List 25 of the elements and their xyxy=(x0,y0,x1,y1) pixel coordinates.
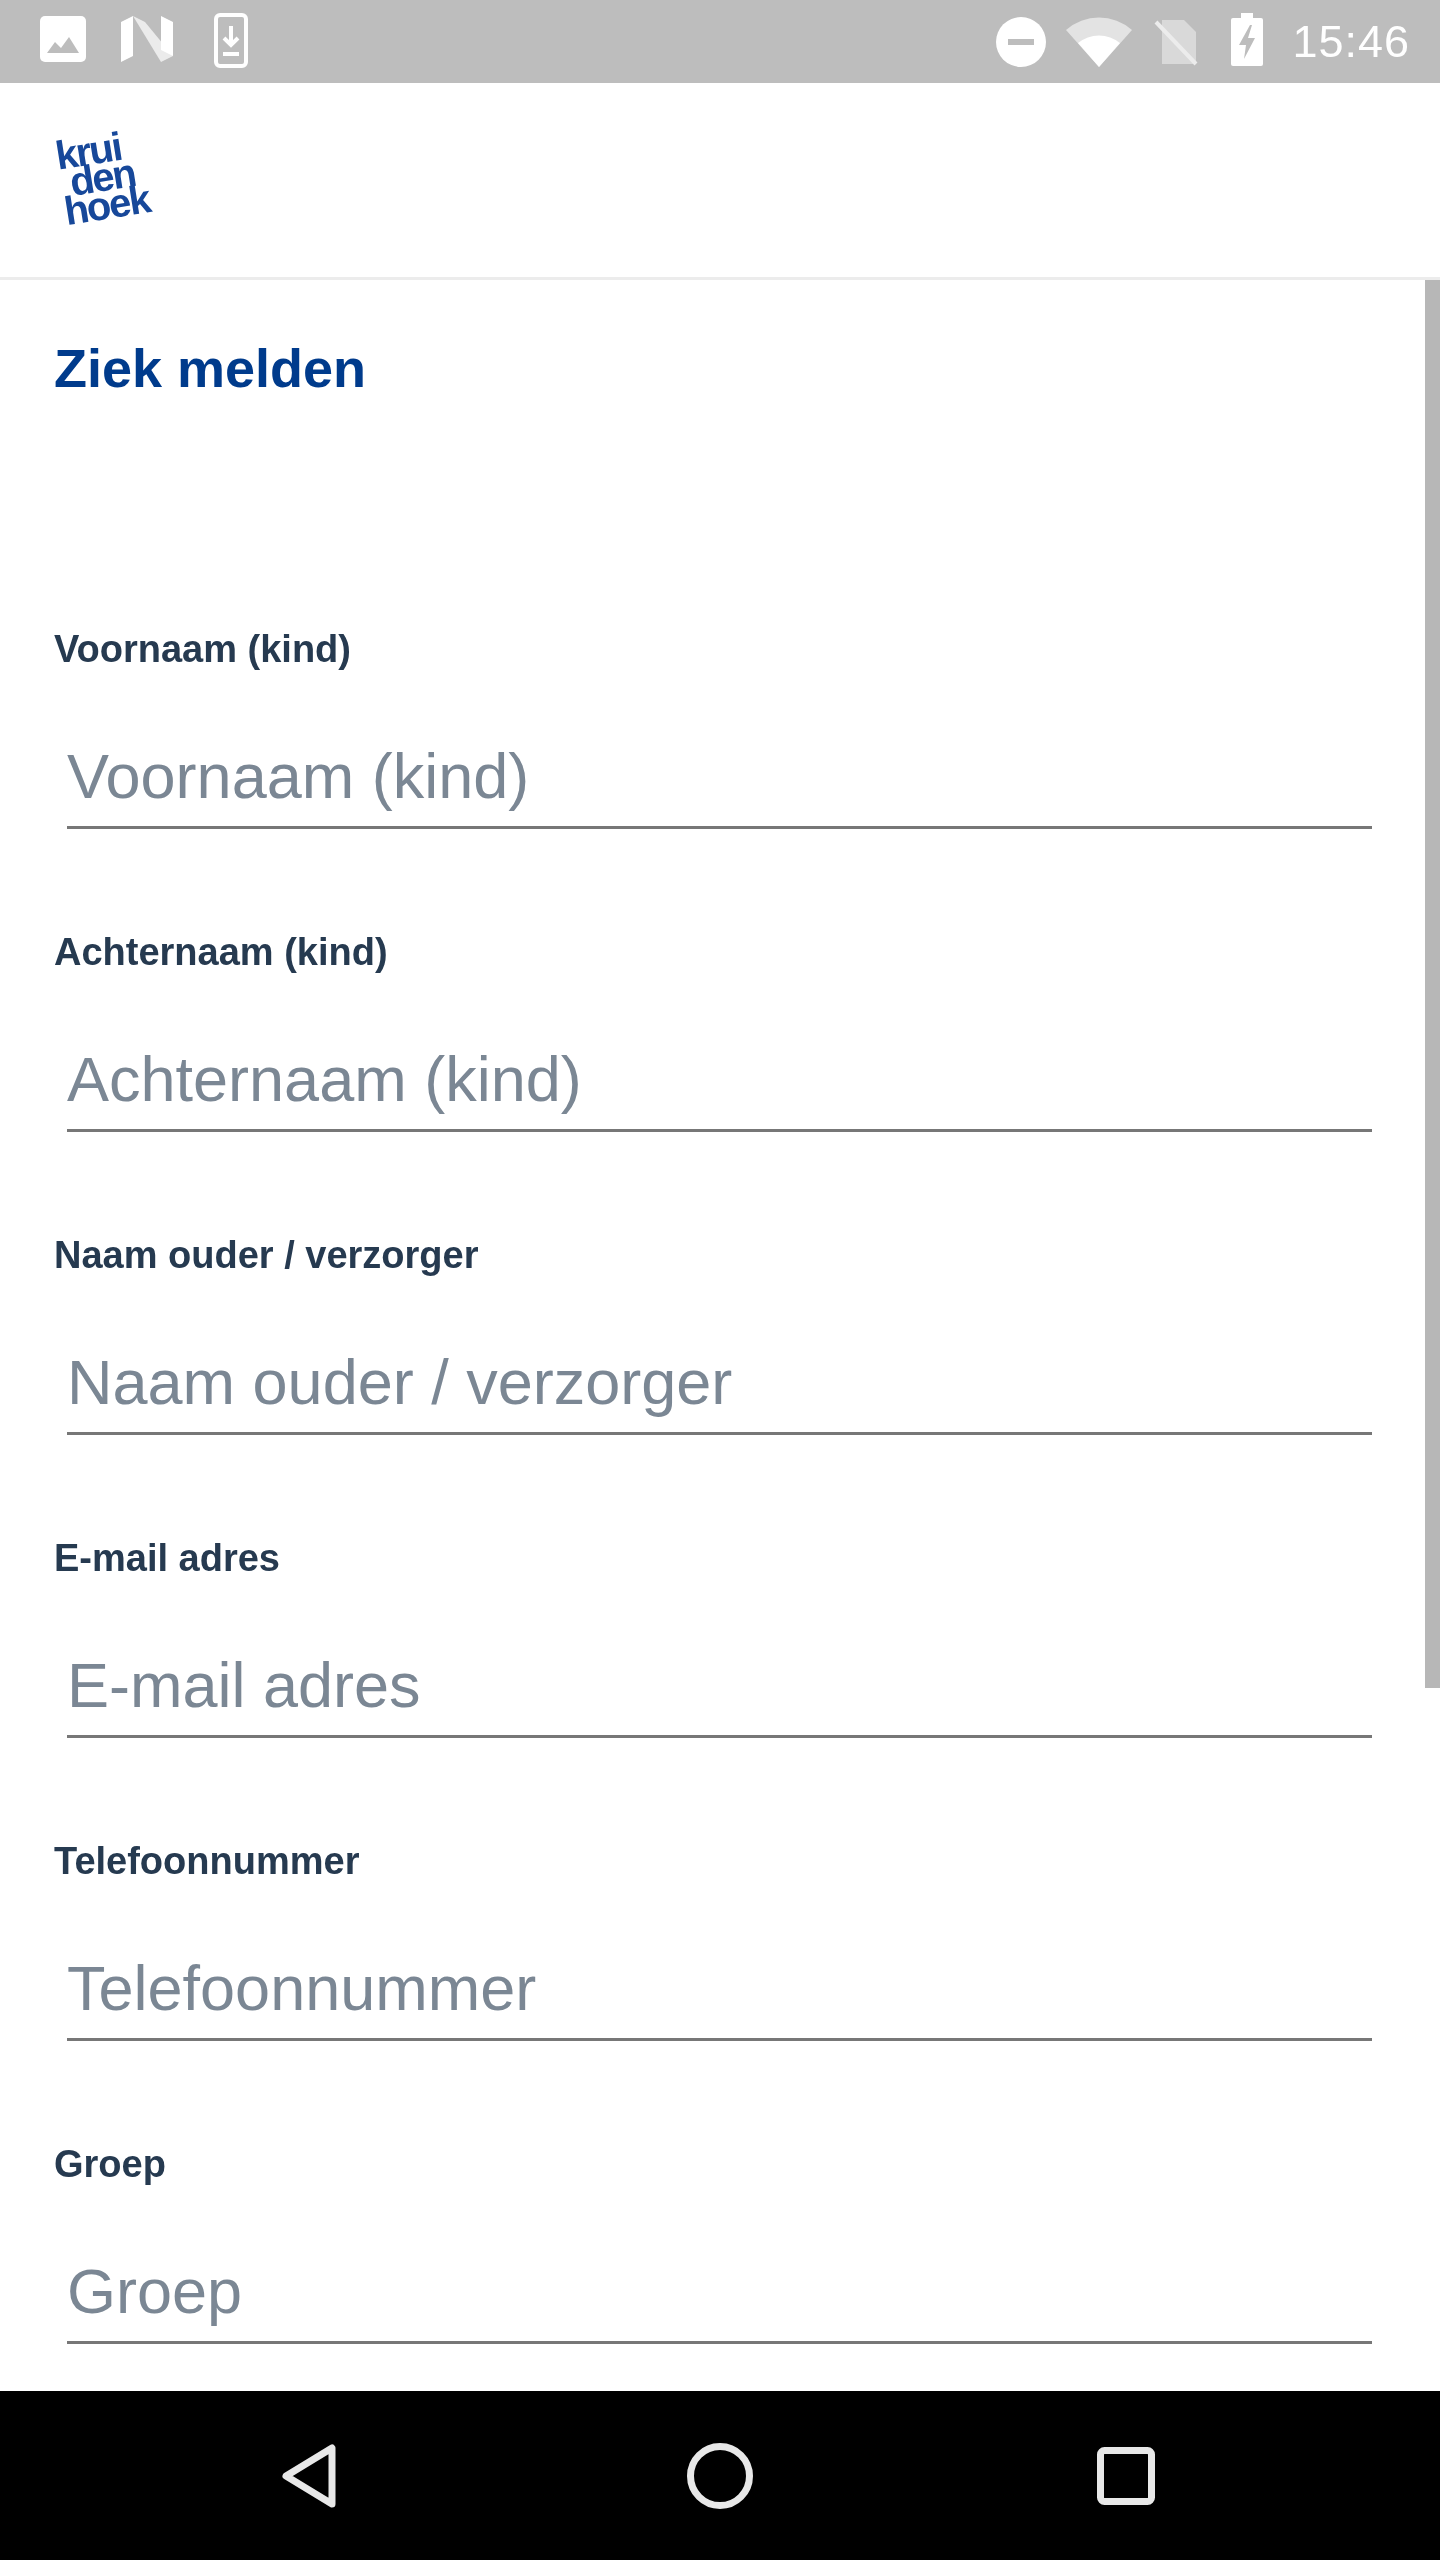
home-icon[interactable] xyxy=(687,2442,753,2509)
field-label: Achternaam (kind) xyxy=(54,930,388,975)
input-field[interactable]: Voornaam (kind) xyxy=(67,738,1372,829)
field-label: Groep xyxy=(54,2142,166,2187)
n-shape-icon xyxy=(121,13,173,64)
field-label: Naam ouder / verzorger xyxy=(54,1233,479,1278)
battery-charging-icon xyxy=(1231,13,1264,66)
field-label: Voornaam (kind) xyxy=(54,627,351,672)
input-field[interactable]: Telefoonnummer xyxy=(67,1950,1372,2041)
field-label: Telefoonnummer xyxy=(54,1839,360,1884)
input-field[interactable]: Achternaam (kind) xyxy=(67,1041,1372,1132)
input-field[interactable]: E-mail adres xyxy=(67,1647,1372,1738)
minus-circle-icon xyxy=(996,16,1047,67)
logo: krui den hoek xyxy=(51,123,154,234)
download-icon xyxy=(214,13,248,68)
status-time: 15:46 xyxy=(1292,15,1410,68)
image-icon xyxy=(40,15,86,62)
input-field[interactable]: Naam ouder / verzorger xyxy=(67,1344,1372,1435)
wifi-icon xyxy=(1066,16,1133,67)
recents-icon[interactable] xyxy=(1097,2446,1155,2505)
input-field[interactable]: Groep xyxy=(67,2253,1372,2344)
back-icon[interactable] xyxy=(279,2442,339,2509)
field-label: E-mail adres xyxy=(54,1536,280,1581)
page-title: Ziek melden xyxy=(54,337,368,400)
sim-card-off-icon xyxy=(1154,17,1199,66)
